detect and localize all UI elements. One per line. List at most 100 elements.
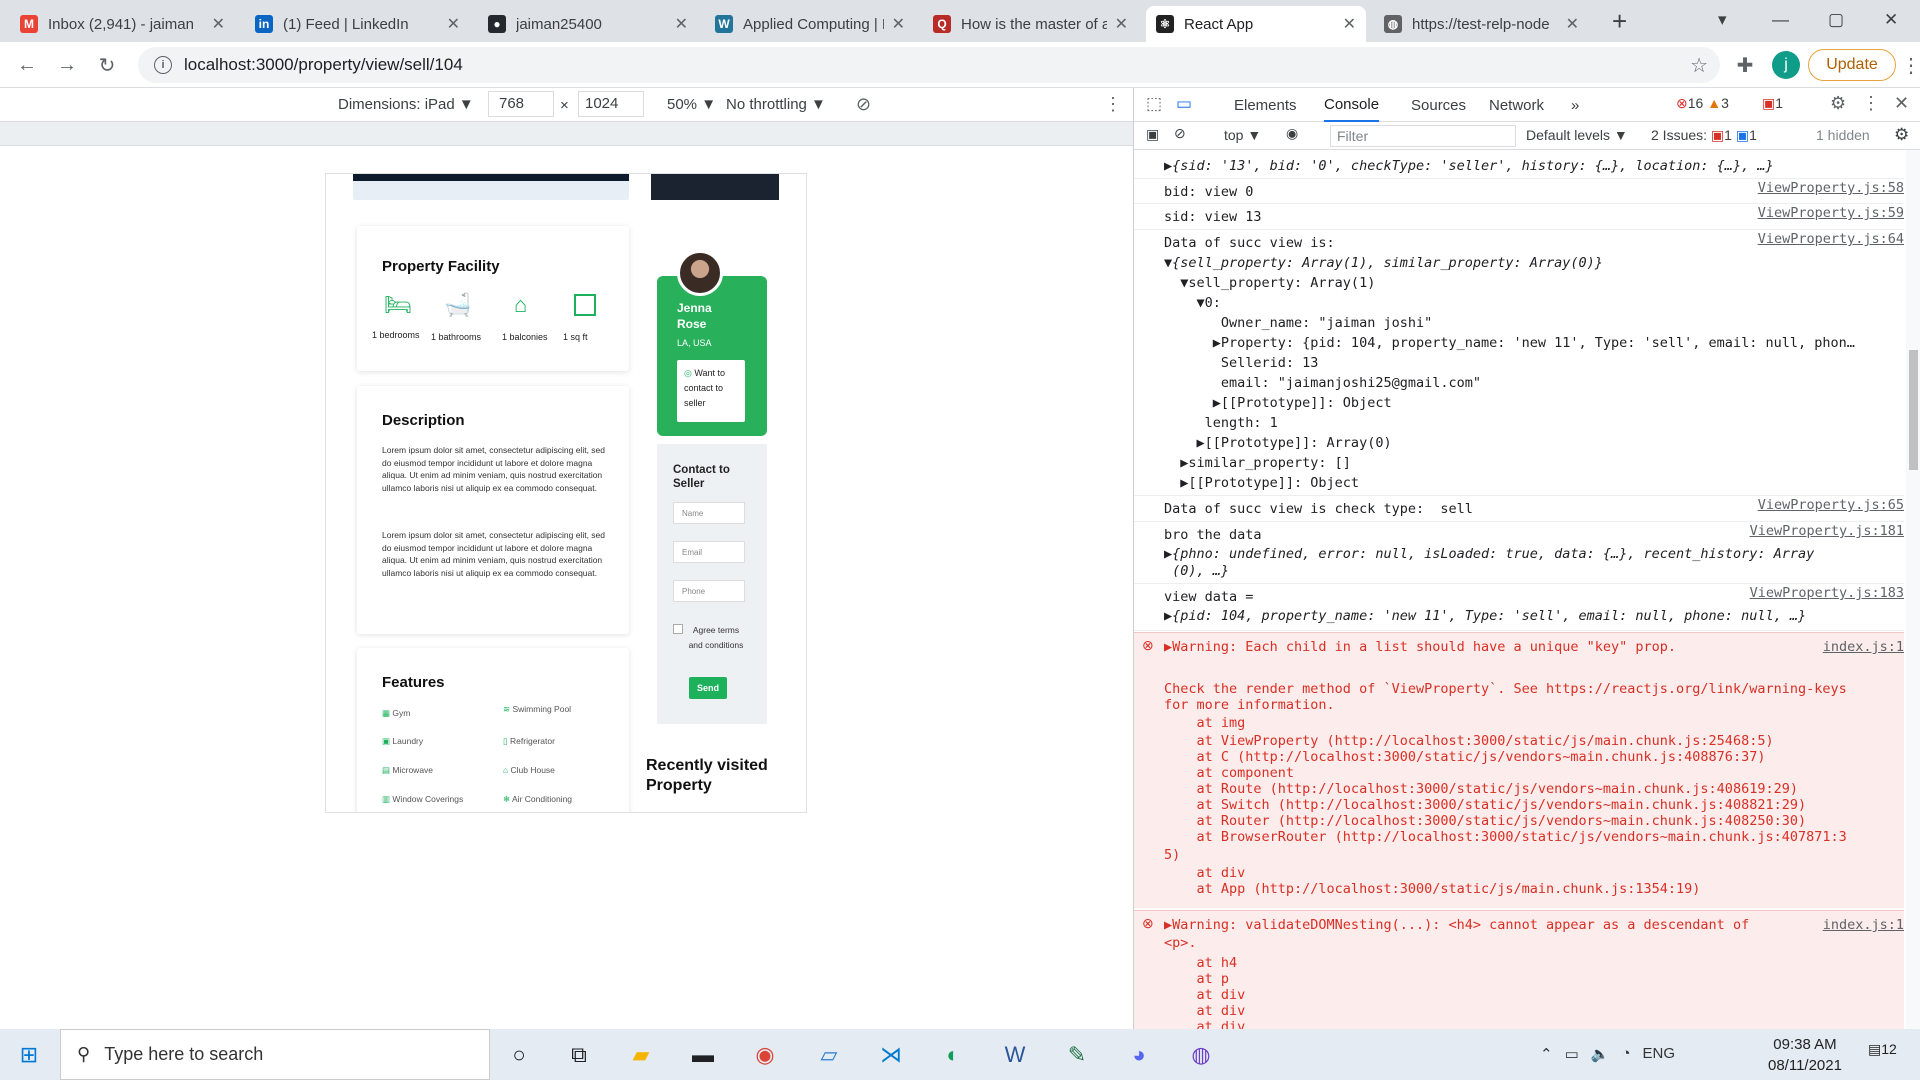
volume-icon[interactable]: 🔈 bbox=[1591, 1045, 1610, 1063]
close-icon[interactable]: ✕ bbox=[1566, 14, 1579, 34]
devtools-menu-icon[interactable]: ⋮ bbox=[1862, 93, 1880, 114]
source-link[interactable]: index.js:1 bbox=[1823, 917, 1904, 933]
tab-6[interactable]: ⚛ React App ✕ bbox=[1146, 6, 1366, 42]
close-window-icon[interactable]: ✕ bbox=[1884, 10, 1898, 30]
source-link[interactable]: ViewProperty.js:183 bbox=[1750, 585, 1904, 601]
source-link[interactable]: ViewProperty.js:59 bbox=[1758, 205, 1904, 221]
excel-icon[interactable]: ✎ bbox=[1054, 1035, 1100, 1075]
address-bar[interactable]: i localhost:3000/property/view/sell/104 … bbox=[138, 47, 1720, 83]
issues-button[interactable]: 2 Issues: ▣1 ▣1 bbox=[1651, 127, 1757, 144]
tab-2[interactable]: in (1) Feed | LinkedIn ✕ bbox=[245, 6, 470, 42]
word-icon[interactable]: W bbox=[992, 1035, 1038, 1075]
file-explorer-icon[interactable]: ▰ bbox=[618, 1035, 664, 1075]
phone-field[interactable]: Phone bbox=[673, 580, 745, 602]
star-icon[interactable]: ☆ bbox=[1690, 53, 1708, 78]
error-count[interactable]: ⊗16 ▲3 bbox=[1676, 95, 1729, 112]
inspect-icon[interactable]: ⬚ bbox=[1146, 94, 1162, 114]
windows-start-icon[interactable]: ⊞ bbox=[6, 1035, 52, 1075]
tab-sources[interactable]: Sources bbox=[1411, 88, 1466, 122]
eye-icon[interactable]: ◉ bbox=[1286, 125, 1298, 142]
rotate-icon[interactable]: ⊘ bbox=[856, 94, 871, 115]
github-desktop-icon[interactable]: ◍ bbox=[1178, 1035, 1224, 1075]
more-icon[interactable]: ⋮ bbox=[1104, 94, 1122, 115]
feature-ac: ❄ Air Conditioning bbox=[503, 794, 572, 805]
levels-select[interactable]: Default levels ▼ bbox=[1526, 127, 1628, 143]
tab-console[interactable]: Console bbox=[1324, 88, 1380, 122]
tab-more[interactable]: » bbox=[1571, 88, 1579, 122]
quora-icon: Q bbox=[933, 15, 951, 33]
close-icon[interactable]: ✕ bbox=[675, 14, 688, 34]
context-select[interactable]: top ▼ bbox=[1224, 127, 1261, 143]
height-input[interactable]: 1024 bbox=[578, 91, 644, 117]
sidebar-toggle-icon[interactable]: ▣ bbox=[1146, 126, 1159, 143]
width-input[interactable]: 768 bbox=[488, 91, 554, 117]
console-line: ▶{phno: undefined, error: null, isLoaded… bbox=[1164, 546, 1815, 562]
tab-3[interactable]: ● jaiman25400 ✕ bbox=[478, 6, 698, 42]
edge-icon[interactable]: ◐ bbox=[930, 1035, 976, 1075]
send-button[interactable]: Send bbox=[689, 677, 727, 699]
settings-icon[interactable]: ⚙ bbox=[1830, 93, 1846, 114]
tab-network[interactable]: Network bbox=[1489, 88, 1544, 122]
clear-console-icon[interactable]: ⊘ bbox=[1174, 125, 1186, 142]
maximize-icon[interactable]: ▢ bbox=[1828, 10, 1844, 30]
console-scrollbar[interactable] bbox=[1906, 150, 1920, 1029]
update-button[interactable]: Update bbox=[1808, 49, 1896, 81]
wifi-icon[interactable]: ◔ bbox=[1621, 1045, 1630, 1063]
cortana-icon[interactable]: ○ bbox=[496, 1035, 542, 1075]
tab-7[interactable]: ◍ https://test-relp-node ✕ bbox=[1374, 6, 1589, 42]
close-icon[interactable]: ✕ bbox=[212, 14, 225, 34]
close-icon[interactable]: ✕ bbox=[1894, 93, 1909, 114]
console-settings-icon[interactable]: ⚙ bbox=[1894, 125, 1909, 145]
close-icon[interactable]: ✕ bbox=[447, 14, 460, 34]
app-icon[interactable]: ▱ bbox=[806, 1035, 852, 1075]
new-tab-icon[interactable]: + bbox=[1612, 6, 1627, 37]
tab-4[interactable]: W Applied Computing | F ✕ bbox=[705, 6, 915, 42]
recent-title: Recently visited Property bbox=[646, 757, 768, 794]
filter-input[interactable]: Filter bbox=[1330, 125, 1516, 147]
extensions-icon[interactable]: ✚ bbox=[1730, 50, 1760, 80]
task-view-icon[interactable]: ⧉ bbox=[556, 1035, 602, 1075]
taskbar-search-box[interactable]: ⚲ Type here to search bbox=[60, 1029, 490, 1080]
zoom-select[interactable]: 50% ▼ bbox=[667, 96, 716, 113]
language-indicator[interactable]: ENG bbox=[1643, 1045, 1676, 1063]
agree-checkbox[interactable] bbox=[673, 624, 683, 634]
menu-icon[interactable]: ⋮ bbox=[1896, 50, 1920, 80]
tab-elements[interactable]: Elements bbox=[1234, 88, 1297, 122]
chevron-up-icon[interactable]: ⌃ bbox=[1540, 1045, 1553, 1063]
close-icon[interactable]: ✕ bbox=[892, 14, 905, 34]
chrome-icon[interactable]: ◉ bbox=[742, 1035, 788, 1075]
back-icon[interactable]: ← bbox=[12, 50, 42, 80]
tab-title: https://test-relp-node bbox=[1412, 15, 1550, 33]
battery-icon[interactable]: ▭ bbox=[1565, 1045, 1579, 1063]
source-link[interactable]: ViewProperty.js:58 bbox=[1758, 180, 1904, 196]
close-icon[interactable]: ✕ bbox=[1115, 14, 1128, 34]
source-link[interactable]: ViewProperty.js:64 bbox=[1758, 231, 1904, 247]
vscode-icon[interactable]: ⋊ bbox=[868, 1035, 914, 1075]
source-link[interactable]: ViewProperty.js:65 bbox=[1758, 497, 1904, 513]
minimize-icon[interactable]: — bbox=[1772, 10, 1789, 30]
close-icon[interactable]: ✕ bbox=[1343, 14, 1356, 34]
device-toggle-icon[interactable]: ▭ bbox=[1176, 94, 1192, 114]
reload-icon[interactable]: ↻ bbox=[92, 50, 122, 80]
notification-count: 12 bbox=[1881, 1041, 1897, 1057]
scrollbar-thumb[interactable] bbox=[1909, 350, 1918, 470]
notification-icon[interactable]: ▤12 bbox=[1868, 1041, 1897, 1058]
console-line: Data of succ view is: bbox=[1164, 235, 1335, 251]
source-link[interactable]: index.js:1 bbox=[1823, 639, 1904, 655]
whatsapp-button[interactable]: ◎ Want to contact to seller bbox=[677, 360, 745, 422]
tab-5[interactable]: Q How is the master of a ✕ bbox=[923, 6, 1138, 42]
throttle-select[interactable]: No throttling ▼ bbox=[726, 96, 826, 113]
name-field[interactable]: Name bbox=[673, 502, 745, 524]
discord-icon[interactable]: ◕ bbox=[1116, 1035, 1162, 1075]
tab-search-icon[interactable]: ▾ bbox=[1718, 10, 1727, 30]
info-icon[interactable]: i bbox=[154, 56, 172, 74]
terminal-icon[interactable]: ▬ bbox=[680, 1035, 726, 1075]
clock[interactable]: 09:38 AM 08/11/2021 bbox=[1768, 1034, 1842, 1076]
forward-icon[interactable]: → bbox=[52, 50, 82, 80]
avatar[interactable]: j bbox=[1772, 51, 1800, 79]
issues-badge[interactable]: ▣1 bbox=[1762, 95, 1783, 112]
tab-1[interactable]: M Inbox (2,941) - jaiman ✕ bbox=[10, 6, 235, 42]
dimensions-select[interactable]: Dimensions: iPad ▼ bbox=[338, 96, 474, 113]
source-link[interactable]: ViewProperty.js:181 bbox=[1750, 523, 1904, 539]
email-field[interactable]: Email bbox=[673, 541, 745, 563]
